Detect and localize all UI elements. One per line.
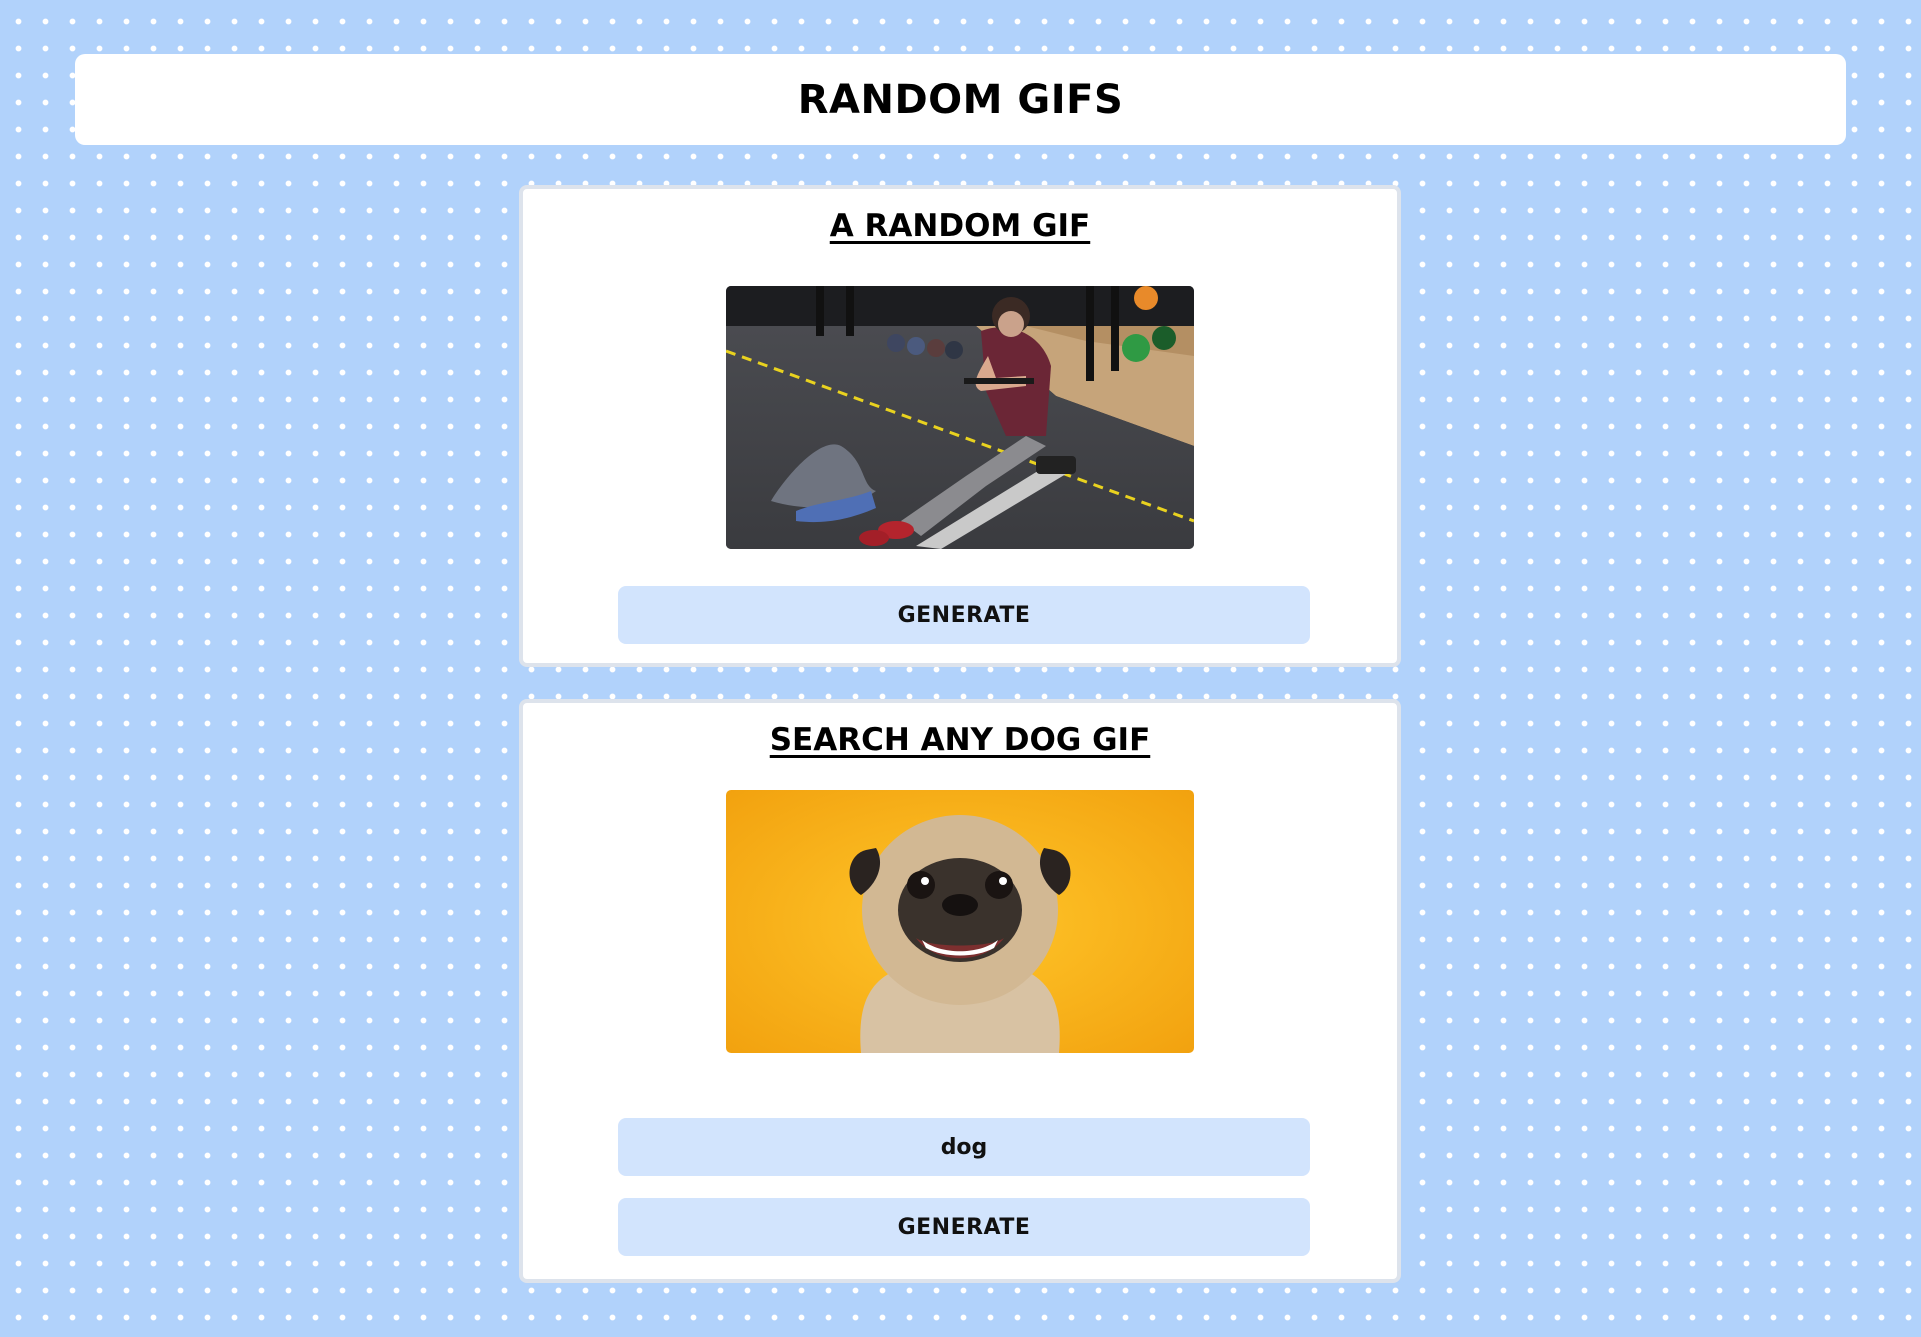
dog-search-input[interactable] — [618, 1118, 1310, 1176]
search-gif-card: SEARCH ANY DOG GIF dog GENERATE — [519, 699, 1401, 1283]
random-gif-image — [726, 286, 1194, 549]
random-gif-title: A RANDOM GIF — [829, 208, 1091, 244]
dog-gif-image — [726, 790, 1194, 1053]
page-title: RANDOM GIFS — [797, 76, 1124, 123]
page-header: RANDOM GIFS — [75, 54, 1846, 145]
gym-rowing-illustration — [726, 286, 1194, 549]
random-gif-card: A RANDOM GIF GENERATE — [519, 185, 1401, 667]
search-gif-title: SEARCH ANY DOG GIF — [769, 722, 1151, 758]
generate-dog-button[interactable]: GENERATE — [618, 1198, 1310, 1256]
pug-illustration — [726, 790, 1194, 1053]
generate-random-button[interactable]: GENERATE — [618, 586, 1310, 644]
